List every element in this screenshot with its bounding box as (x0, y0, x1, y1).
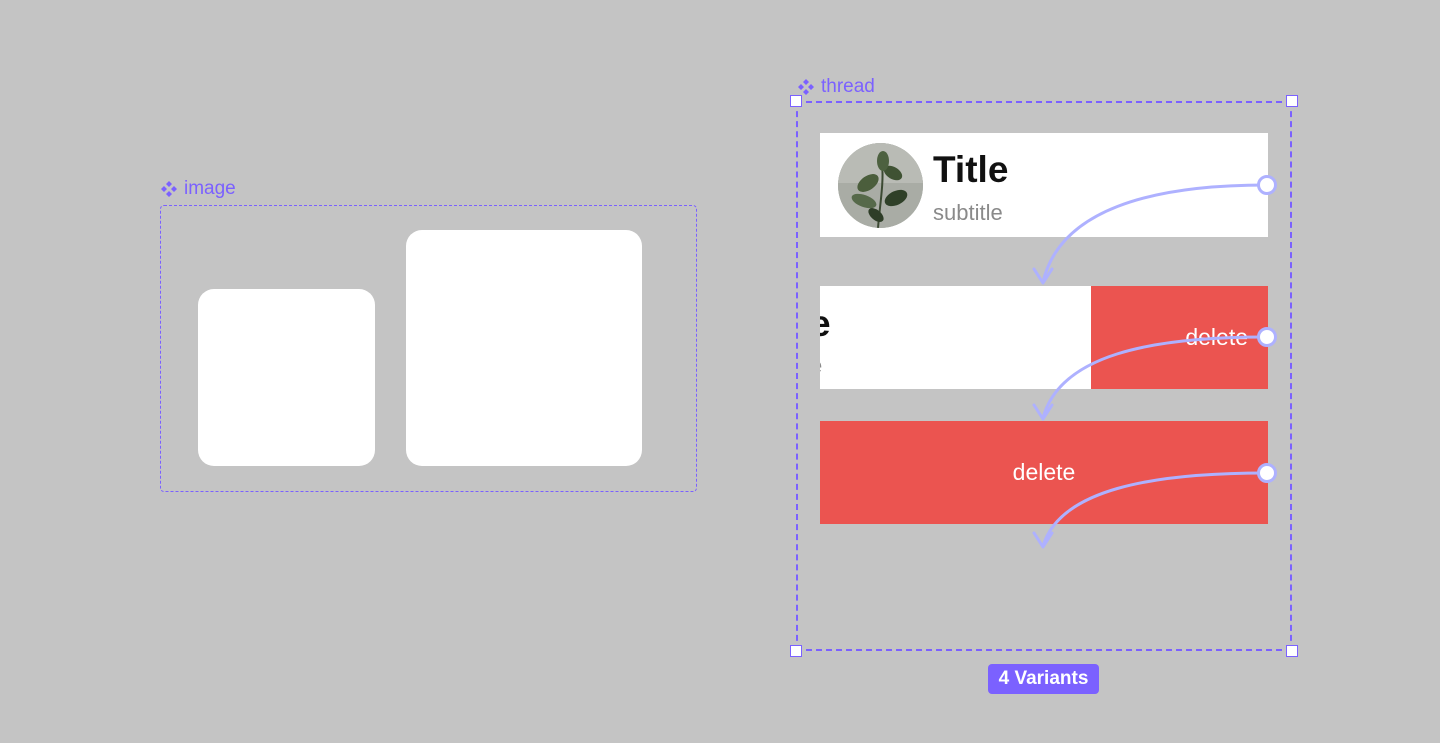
design-canvas[interactable]: image thread Title subtitle e delete del… (0, 0, 1440, 743)
image-component-name: image (184, 178, 236, 199)
thread-variant-default[interactable]: Title subtitle (820, 133, 1268, 237)
thread-row[interactable]: Title subtitle (820, 133, 1268, 237)
variants-count-label: 4 Variants (998, 668, 1089, 689)
resize-handle-top-left[interactable] (790, 95, 802, 107)
image-tile-small[interactable] (198, 289, 375, 466)
avatar (838, 143, 923, 228)
plant-photo-icon (838, 143, 923, 228)
thread-title-fragment: e (820, 303, 831, 344)
thread-row-shifted[interactable]: e e (820, 286, 1091, 389)
resize-handle-bottom-left[interactable] (790, 645, 802, 657)
thread-subtitle-fragment: e (820, 353, 822, 379)
delete-label: delete (1012, 459, 1076, 485)
image-tile-large[interactable] (406, 230, 642, 466)
variants-count-badge[interactable]: 4 Variants (988, 664, 1099, 694)
component-diamond-icon (798, 79, 814, 95)
thread-title: Title (933, 149, 1009, 190)
thread-component-label[interactable]: thread (797, 76, 875, 98)
delete-action-full[interactable]: delete (820, 421, 1268, 524)
thread-component-name: thread (821, 76, 875, 97)
resize-handle-bottom-right[interactable] (1286, 645, 1298, 657)
delete-action-partial[interactable]: delete (1091, 286, 1268, 389)
thread-variant-swiping[interactable]: e e delete (820, 286, 1268, 389)
component-diamond-icon (161, 181, 177, 197)
thread-variant-delete[interactable]: delete (820, 421, 1268, 524)
thread-subtitle: subtitle (933, 200, 1003, 225)
resize-handle-top-right[interactable] (1286, 95, 1298, 107)
image-component-label[interactable]: image (160, 178, 236, 200)
delete-label: delete (1185, 324, 1248, 350)
